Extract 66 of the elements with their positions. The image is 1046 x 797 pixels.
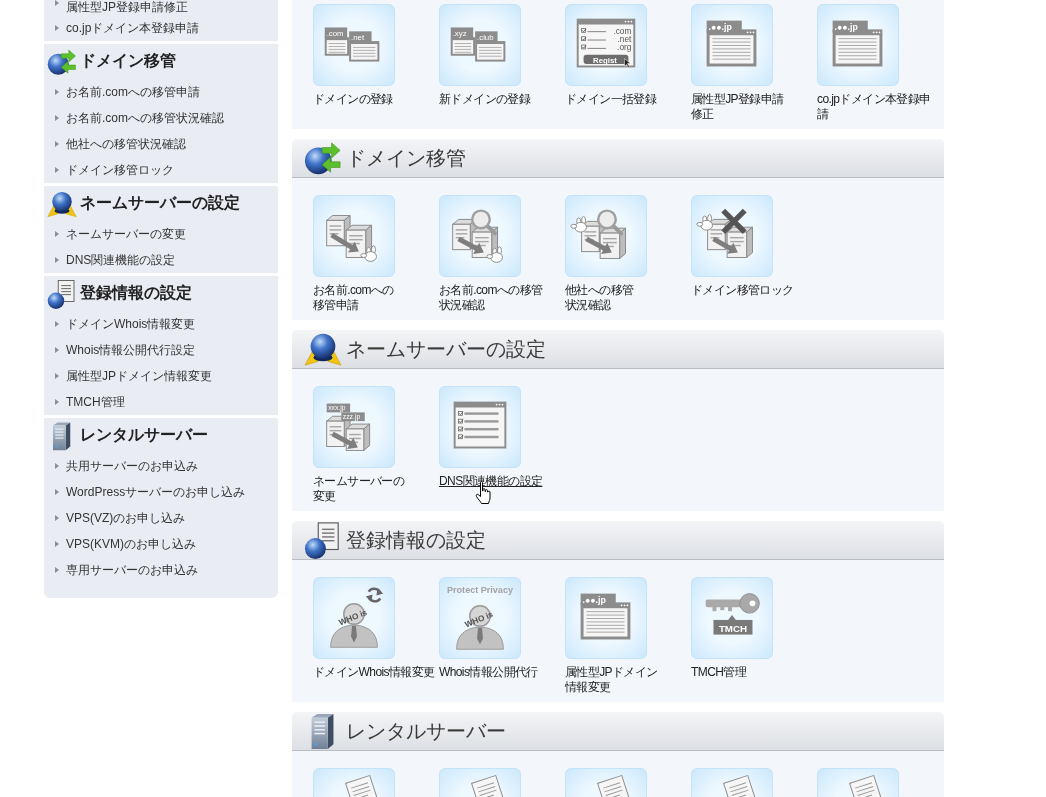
section-title: レンタルサーバー bbox=[346, 718, 506, 744]
bullet-icon bbox=[55, 89, 59, 95]
sidebar-link[interactable]: ネームサーバーの変更 bbox=[66, 227, 186, 241]
menu-link[interactable]: TMCH管理 bbox=[691, 665, 747, 680]
sidebar-link[interactable]: ドメインWhois情報変更 bbox=[66, 317, 196, 331]
sidebar-link[interactable]: ドメイン移管ロック bbox=[66, 163, 174, 177]
servers-cross-icon[interactable] bbox=[691, 195, 773, 277]
bullet-icon bbox=[55, 0, 59, 6]
menu-link[interactable]: お名前.comへの移管状況確認 bbox=[439, 283, 547, 313]
menu-link[interactable]: 新ドメインの登録 bbox=[439, 92, 531, 107]
sidebar-link[interactable]: 専用サーバーのお申込み bbox=[66, 563, 198, 577]
menu-link[interactable]: co.jpドメイン本登録申請 bbox=[817, 92, 935, 122]
person-refresh-icon[interactable]: WHO is bbox=[313, 577, 395, 659]
bullet-icon bbox=[55, 373, 59, 379]
sidebar-link[interactable]: Whois情報公開代行設定 bbox=[66, 343, 196, 357]
menu-link[interactable]: ネームサーバーの変更 bbox=[313, 474, 409, 504]
sidebar-heading: ドメイン移管 bbox=[80, 51, 176, 71]
menu-link[interactable]: ドメインWhois情報変更 bbox=[313, 665, 435, 680]
sidebar-link[interactable]: WordPressサーバーのお申し込み bbox=[66, 485, 246, 499]
person-icon[interactable]: Protect Privacy WHO is bbox=[439, 577, 521, 659]
sidebar-link[interactable]: お名前.comへの移管申請 bbox=[66, 85, 200, 99]
sidebar-heading: 登録情報の設定 bbox=[80, 283, 192, 303]
sidebar-link[interactable]: TMCH管理 bbox=[66, 395, 125, 409]
bullet-icon bbox=[55, 321, 59, 327]
bullet-icon bbox=[55, 115, 59, 121]
bullet-icon bbox=[55, 167, 59, 173]
sidebar-heading: ネームサーバーの設定 bbox=[80, 193, 240, 213]
menu-link[interactable]: お名前.comへの移管申請 bbox=[313, 283, 399, 313]
section-title: ドメイン移管 bbox=[346, 145, 466, 171]
bullet-icon bbox=[55, 541, 59, 547]
menu-link[interactable]: 属性型JP登録申請修正 bbox=[691, 92, 789, 122]
sidebar-link[interactable]: VPS(KVM)のお申し込み bbox=[66, 537, 196, 551]
sidebar-link[interactable]: DNS関連機能の設定 bbox=[66, 253, 176, 267]
servers-magnifier-icon[interactable] bbox=[565, 195, 647, 277]
sidebar-link[interactable]: 共用サーバーのお申込み bbox=[66, 459, 198, 473]
bullet-icon bbox=[55, 141, 59, 147]
menu-link[interactable]: 他社への移管状況確認 bbox=[565, 283, 638, 313]
bullet-icon bbox=[55, 25, 59, 31]
key-icon[interactable]: TMCH bbox=[691, 577, 773, 659]
sidebar-link[interactable]: VPS(VZ)のお申し込み bbox=[66, 511, 186, 525]
globe-arrows-icon bbox=[47, 46, 77, 77]
bullet-icon bbox=[55, 463, 59, 469]
bullet-icon bbox=[55, 567, 59, 573]
bullet-icon bbox=[55, 347, 59, 353]
section-title: ネームサーバーの設定 bbox=[346, 336, 546, 362]
menu-link[interactable]: ドメイン一括登録 bbox=[565, 92, 657, 107]
checklist-window-icon[interactable]: .com .net .org Regist bbox=[565, 4, 647, 86]
sidebar-link[interactable]: お名前.comへの移管状況確認 bbox=[66, 111, 224, 125]
globe-arrows-icon bbox=[304, 139, 342, 177]
servers-magnifier-icon[interactable] bbox=[439, 195, 521, 277]
menu-link[interactable]: ドメイン移管ロック bbox=[691, 283, 794, 298]
sidebar-link[interactable]: co.jpドメイン本登録申請 bbox=[66, 21, 200, 35]
sidebar-link[interactable]: 属性型JP登録申請修正 bbox=[66, 0, 188, 14]
section-title: 登録情報の設定 bbox=[346, 527, 486, 553]
bullet-icon bbox=[55, 399, 59, 405]
checklist-window-icon[interactable] bbox=[439, 386, 521, 468]
bullet-icon bbox=[55, 489, 59, 495]
menu-link[interactable]: ドメインの登録 bbox=[313, 92, 393, 107]
sidebar-heading: レンタルサーバー bbox=[80, 425, 208, 445]
bullet-icon bbox=[55, 515, 59, 521]
bullet-icon bbox=[55, 257, 59, 263]
menu-link[interactable]: Whois情報公開代行 bbox=[439, 665, 538, 680]
sidebar-link[interactable]: 他社への移管状況確認 bbox=[66, 137, 186, 151]
bullet-icon bbox=[55, 231, 59, 237]
menu-link[interactable]: 属性型JPドメイン情報変更 bbox=[565, 665, 663, 695]
sidebar-link[interactable]: 属性型JPドメイン情報変更 bbox=[66, 369, 212, 383]
